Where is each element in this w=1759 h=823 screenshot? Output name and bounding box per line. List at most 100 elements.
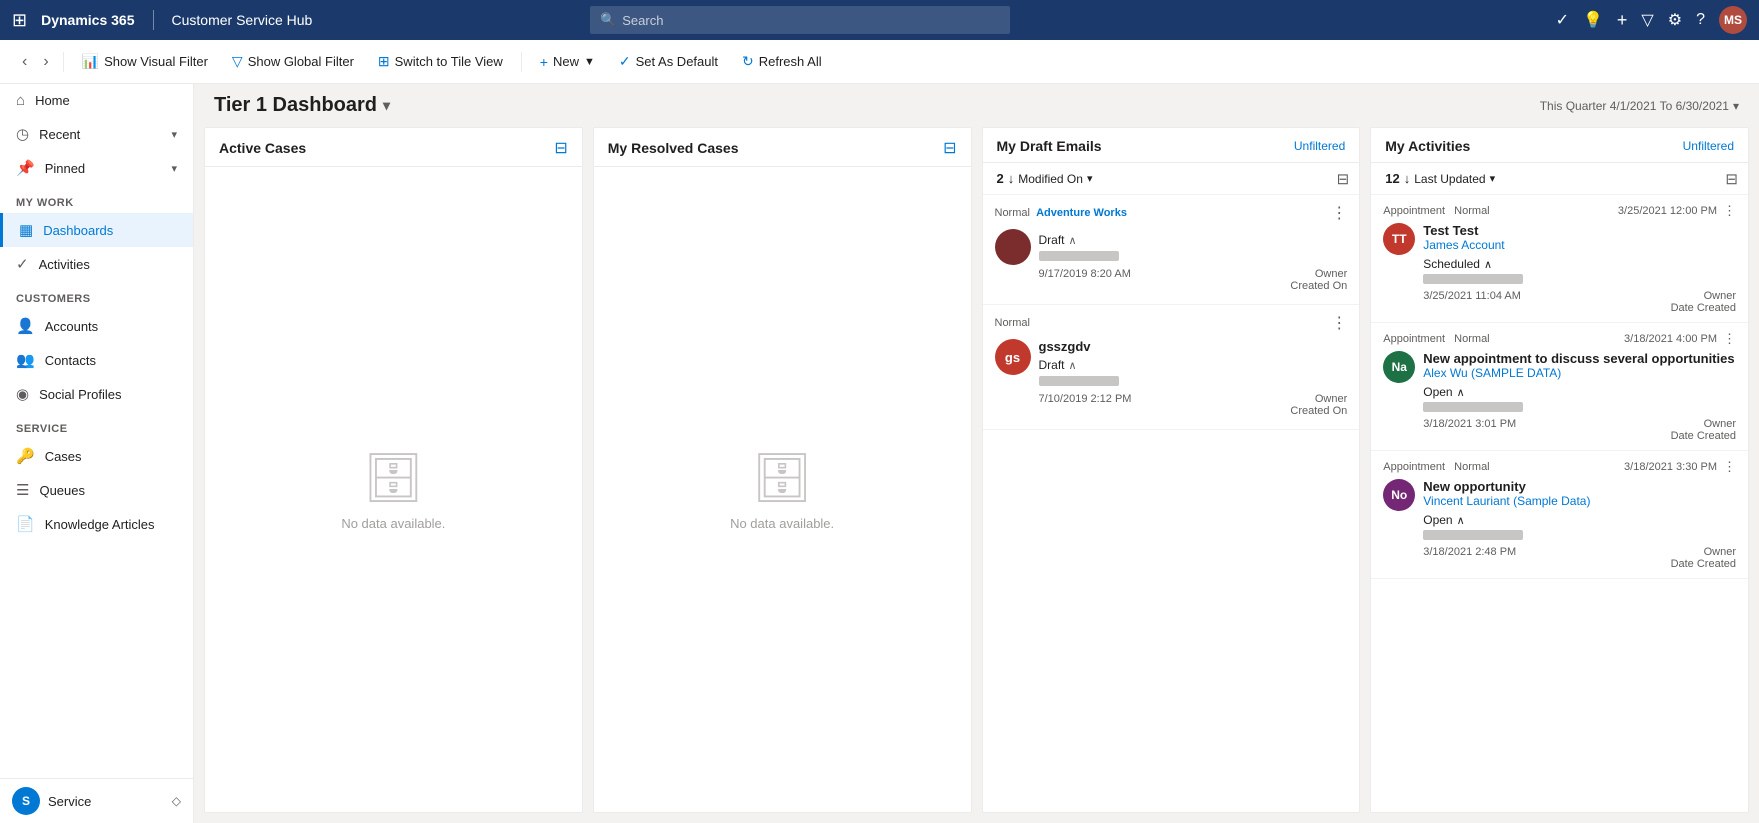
sidebar-item-recent[interactable]: ◷ Recent ▾	[0, 117, 193, 151]
settings-icon[interactable]: ⚙	[1668, 10, 1682, 30]
activity-1-header: Appointment Normal 3/25/2021 12:00 PM ⋮	[1383, 203, 1736, 219]
activities-icon: ✓	[16, 255, 29, 273]
activity-1-link[interactable]: James Account	[1423, 238, 1736, 252]
my-resolved-cases-title: My Resolved Cases	[608, 140, 739, 156]
refresh-all-button[interactable]: ↻ Refresh All	[732, 48, 832, 75]
draft-emails-grid-icon[interactable]: ⊟	[1337, 170, 1350, 188]
draft-emails-body: Normal Adventure Works ⋮ Draft ∧	[983, 195, 1360, 812]
activities-grid-icon[interactable]: ⊟	[1725, 170, 1738, 188]
active-cases-grid-icon[interactable]: ⊟	[554, 138, 567, 158]
sidebar-footer[interactable]: S Service ◇	[0, 778, 193, 823]
back-button[interactable]: ‹	[16, 49, 33, 75]
new-button[interactable]: + New ▼	[530, 49, 605, 75]
help-icon[interactable]: ?	[1696, 11, 1705, 29]
activity-2-link[interactable]: Alex Wu (SAMPLE DATA)	[1423, 366, 1736, 380]
service-group-label: Service	[0, 411, 193, 439]
activity-item-1: Appointment Normal 3/25/2021 12:00 PM ⋮ …	[1371, 195, 1748, 323]
activity-3-more-icon[interactable]: ⋮	[1723, 459, 1736, 475]
activities-sort-button[interactable]: 12 ↓ Last Updated ▾	[1381, 169, 1499, 188]
sidebar-item-knowledge-articles[interactable]: 📄 Knowledge Articles	[0, 507, 193, 541]
draft-email-2-status-row: Draft ∧	[1039, 354, 1348, 376]
activity-1-blurred	[1423, 274, 1523, 284]
sidebar-item-pinned[interactable]: 📌 Pinned ▾	[0, 151, 193, 185]
plus-icon[interactable]: +	[1617, 10, 1628, 31]
my-activities-header: My Activities Unfiltered	[1371, 128, 1748, 163]
checkmark-icon: ✓	[619, 53, 631, 70]
dashboard-quarter: This Quarter 4/1/2021 To 6/30/2021 ▾	[1540, 99, 1739, 113]
my-resolved-cases-header: My Resolved Cases ⊟	[594, 128, 971, 167]
draft-email-1-header: Normal Adventure Works ⋮	[995, 203, 1348, 223]
draft-email-1-meta: 9/17/2019 8:20 AM OwnerCreated On	[1039, 268, 1348, 292]
draft-email-2-avatar: gs	[995, 339, 1031, 375]
sidebar-item-activities[interactable]: ✓ Activities	[0, 247, 193, 281]
search-input[interactable]	[622, 13, 1000, 28]
set-as-default-button[interactable]: ✓ Set As Default	[609, 48, 728, 75]
draft-email-2-more-icon[interactable]: ⋮	[1331, 313, 1347, 333]
toolbar: ‹ › 📊 Show Visual Filter ▽ Show Global F…	[0, 40, 1759, 84]
activity-1-more-icon[interactable]: ⋮	[1723, 203, 1736, 219]
activities-unfiltered[interactable]: Unfiltered	[1683, 139, 1734, 153]
filter-icon[interactable]: ▽	[1641, 10, 1653, 30]
draft-emails-unfiltered[interactable]: Unfiltered	[1294, 139, 1345, 153]
activity-2-status: Open ∧	[1423, 385, 1464, 399]
sidebar-item-queues[interactable]: ☰ Queues	[0, 473, 193, 507]
sidebar-item-accounts[interactable]: 👤 Accounts	[0, 309, 193, 343]
activity-2-type: Appointment Normal	[1383, 333, 1489, 345]
activity-1-meta-labels: OwnerDate Created	[1671, 290, 1736, 314]
activity-3-header-right: 3/18/2021 3:30 PM ⋮	[1624, 459, 1736, 475]
sidebar-item-contacts[interactable]: 👥 Contacts	[0, 343, 193, 377]
my-activities-title: My Activities	[1385, 138, 1470, 154]
recent-icon: ◷	[16, 125, 29, 143]
activity-1-owner-date: 3/25/2021 11:04 AM	[1423, 290, 1521, 314]
chevron-recent-icon: ▾	[171, 128, 177, 141]
search-bar[interactable]: 🔍	[590, 6, 1010, 34]
active-cases-title: Active Cases	[219, 140, 306, 156]
draft-email-1-status-row: Draft ∧	[1039, 229, 1348, 251]
check-circle-icon[interactable]: ✓	[1556, 10, 1569, 30]
refresh-icon: ↻	[742, 53, 754, 70]
my-draft-emails-panel: My Draft Emails Unfiltered 2 ↓ Modified …	[982, 127, 1361, 813]
chevron-pinned-icon: ▾	[171, 162, 177, 175]
activity-3-meta-labels: OwnerDate Created	[1671, 546, 1736, 570]
activity-3-status: Open ∧	[1423, 513, 1464, 527]
dashboard-grid: Active Cases ⊟ 🗄 No data available. My R…	[194, 127, 1759, 823]
activity-2-avatar: Na	[1383, 351, 1415, 383]
my-draft-emails-header: My Draft Emails Unfiltered	[983, 128, 1360, 163]
resolved-cases-grid-icon[interactable]: ⊟	[943, 138, 956, 158]
lightbulb-icon[interactable]: 💡	[1583, 10, 1603, 30]
sidebar-footer-label: Service	[48, 794, 91, 809]
user-avatar[interactable]: MS	[1719, 6, 1747, 34]
activity-2-more-icon[interactable]: ⋮	[1723, 331, 1736, 347]
draft-email-1-labels: OwnerCreated On	[1290, 268, 1347, 292]
activities-count: 12	[1385, 171, 1399, 186]
sidebar-item-social-profiles[interactable]: ◉ Social Profiles	[0, 377, 193, 411]
draft-email-1-blurred	[1039, 251, 1119, 261]
activity-2-date: 3/18/2021 4:00 PM	[1624, 333, 1717, 345]
draft-emails-sort-button[interactable]: 2 ↓ Modified On ▾	[993, 169, 1097, 188]
show-visual-filter-button[interactable]: 📊 Show Visual Filter	[72, 48, 218, 75]
global-filter-icon: ▽	[232, 53, 243, 70]
activity-1-status-row: Scheduled ∧	[1423, 254, 1736, 274]
forward-button[interactable]: ›	[37, 49, 54, 75]
show-global-filter-button[interactable]: ▽ Show Global Filter	[222, 48, 364, 75]
knowledge-icon: 📄	[16, 515, 35, 533]
draft-email-2-labels: OwnerCreated On	[1290, 393, 1347, 417]
sidebar-item-home[interactable]: ⌂ Home	[0, 84, 193, 117]
waffle-icon[interactable]: ⊞	[12, 10, 27, 31]
switch-to-tile-view-button[interactable]: ⊞ Switch to Tile View	[368, 48, 513, 75]
my-resolved-cases-panel: My Resolved Cases ⊟ 🗄 No data available.	[593, 127, 972, 813]
cases-icon: 🔑	[16, 447, 35, 465]
activity-2-blurred	[1423, 402, 1523, 412]
active-cases-body: 🗄 No data available.	[205, 167, 582, 812]
activity-3-link[interactable]: Vincent Lauriant (Sample Data)	[1423, 494, 1736, 508]
activity-2-meta-labels: OwnerDate Created	[1671, 418, 1736, 442]
no-data-cylinder2-icon: 🗄	[752, 449, 813, 506]
dashboard-title[interactable]: Tier 1 Dashboard ▾	[214, 94, 390, 117]
activity-3-date: 3/18/2021 3:30 PM	[1624, 461, 1717, 473]
activity-item-3: Appointment Normal 3/18/2021 3:30 PM ⋮ N…	[1371, 451, 1748, 579]
sidebar-item-cases[interactable]: 🔑 Cases	[0, 439, 193, 473]
resolved-cases-no-data: 🗄 No data available.	[594, 167, 971, 812]
sidebar-item-dashboards[interactable]: ▦ Dashboards	[0, 213, 193, 247]
sort-down-icon: ↓	[1008, 171, 1015, 186]
draft-email-1-more-icon[interactable]: ⋮	[1331, 203, 1347, 223]
